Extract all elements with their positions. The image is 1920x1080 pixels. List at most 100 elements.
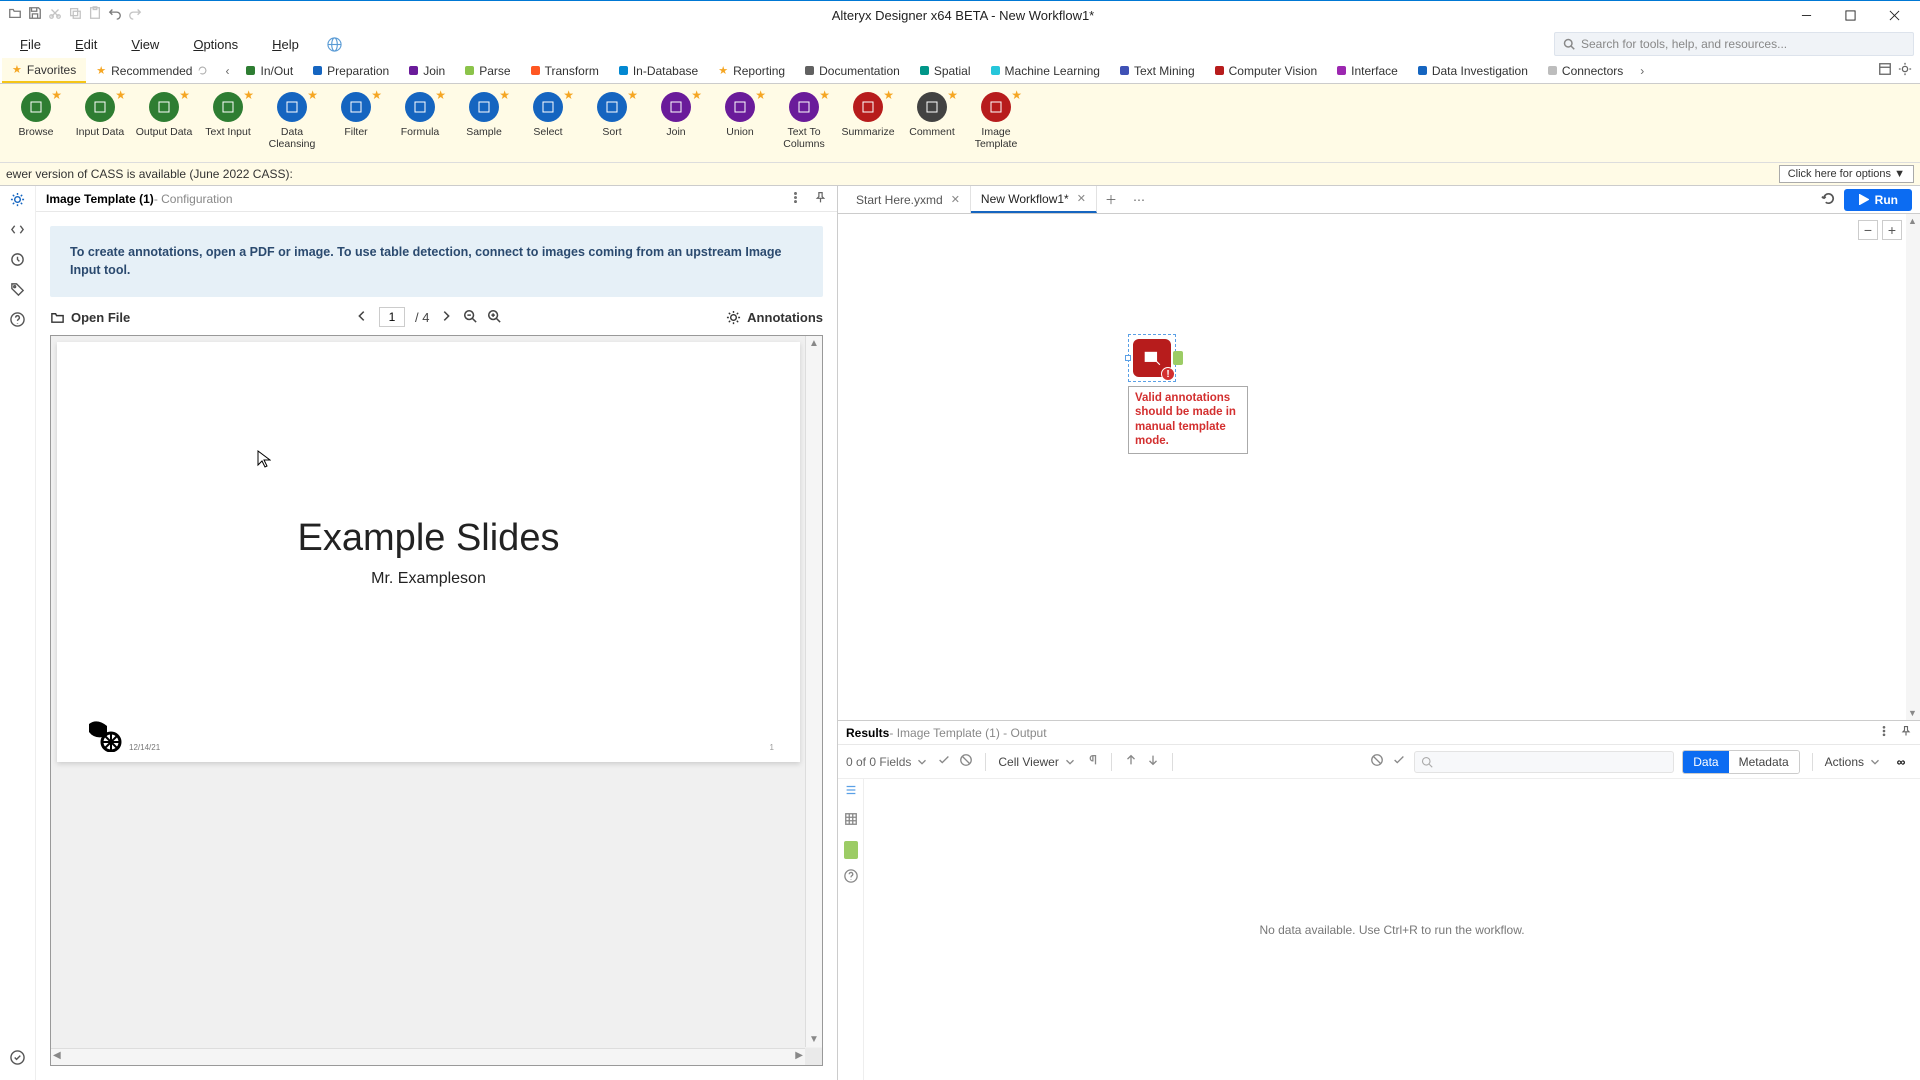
tool-formula[interactable]: ★Formula [388,88,452,158]
output-anchor-icon[interactable] [844,841,858,859]
refresh-icon[interactable] [1821,191,1836,209]
tool-text-to-columns[interactable]: ★Text To Columns [772,88,836,158]
redo-icon[interactable] [128,6,142,25]
links-icon[interactable]: ∞ [1890,754,1912,770]
check-icon[interactable] [1392,753,1406,770]
minimize-button[interactable] [1784,1,1828,31]
tool-union[interactable]: ★Union [708,88,772,158]
help-icon[interactable] [844,869,858,888]
tool-summarize[interactable]: ★Summarize [836,88,900,158]
field-count-dropdown[interactable]: 0 of 0 Fields [846,755,929,769]
config-tab-help-icon[interactable] [10,312,25,332]
category-reporting[interactable]: ★Reporting [708,58,795,83]
globe-icon[interactable] [327,37,342,52]
page-next-button[interactable] [439,309,453,326]
list-icon[interactable] [844,783,858,802]
zoom-out-icon[interactable]: − [1858,220,1878,240]
layout-icon[interactable] [1878,62,1892,79]
category-interface[interactable]: Interface [1327,58,1408,83]
cancel-icon[interactable] [959,753,973,770]
open-file-button[interactable]: Open File [50,310,130,325]
tool-sort[interactable]: ★Sort [580,88,644,158]
arrow-down-icon[interactable] [1146,753,1160,770]
tab-close-icon[interactable]: ✕ [951,193,960,206]
tab-close-icon[interactable]: ✕ [1077,192,1086,205]
doc-vertical-scrollbar[interactable] [805,336,822,1047]
config-tab-clock-icon[interactable] [10,252,25,272]
data-metadata-toggle[interactable]: Data Metadata [1682,750,1799,774]
banner-options-button[interactable]: Click here for options ▼ [1779,165,1914,183]
image-template-node-icon[interactable]: ! [1133,339,1171,377]
config-kebab-icon[interactable] [789,191,802,207]
page-input[interactable] [379,307,405,327]
category-preparation[interactable]: Preparation [303,58,399,83]
actions-dropdown[interactable]: Actions [1825,755,1882,769]
category-machine-learning[interactable]: Machine Learning [981,58,1110,83]
results-kebab-icon[interactable] [1878,725,1890,740]
category-recommended[interactable]: ★Recommended [86,58,218,83]
category-join[interactable]: Join [399,58,455,83]
paragraph-icon[interactable] [1085,753,1099,770]
menu-options[interactable]: Options [179,33,252,56]
doc-horizontal-scrollbar[interactable] [51,1048,805,1065]
arrow-up-icon[interactable] [1124,753,1138,770]
close-button[interactable] [1872,1,1916,31]
copy-icon[interactable] [68,6,82,25]
cut-icon[interactable] [48,6,62,25]
tool-image-template[interactable]: ★Image Template [964,88,1028,158]
menu-help[interactable]: Help [258,33,313,56]
toggle-metadata[interactable]: Metadata [1729,751,1799,773]
tab-new-workflow[interactable]: New Workflow1* ✕ [971,186,1097,213]
apply-icon[interactable] [937,753,951,770]
category-transform[interactable]: Transform [521,58,609,83]
open-icon[interactable] [8,6,22,25]
undo-icon[interactable] [108,6,122,25]
category-connectors[interactable]: Connectors [1538,58,1633,83]
category-prev[interactable]: ‹ [218,64,236,78]
annotations-button[interactable]: Annotations [726,310,823,325]
menu-view[interactable]: View [117,33,173,56]
category-data-investigation[interactable]: Data Investigation [1408,58,1538,83]
results-pin-icon[interactable] [1900,725,1912,740]
tool-filter[interactable]: ★Filter [324,88,388,158]
disable-icon[interactable] [1370,753,1384,770]
config-tab-check-icon[interactable] [10,1050,25,1070]
resize-handle-left[interactable] [1125,355,1131,361]
config-tab-settings-icon[interactable] [10,192,25,212]
page-prev-button[interactable] [355,309,369,326]
maximize-button[interactable] [1828,1,1872,31]
global-search[interactable]: Search for tools, help, and resources... [1554,32,1914,56]
workflow-canvas[interactable]: − + ! Valid annotations should be made i… [838,214,1920,720]
node-output-anchor[interactable] [1173,351,1183,365]
tool-text-input[interactable]: ★Text Input [196,88,260,158]
tool-output-data[interactable]: ★Output Data [132,88,196,158]
slide-preview[interactable]: Example Slides Mr. Exampleson 12/14/21 1 [57,342,800,762]
category-spatial[interactable]: Spatial [910,58,981,83]
gear-icon[interactable] [1898,62,1912,79]
canvas-vertical-scrollbar[interactable] [1906,214,1920,720]
config-tab-xml-icon[interactable] [10,222,25,242]
results-search[interactable] [1414,751,1674,773]
category-documentation[interactable]: Documentation [795,58,910,83]
tool-join[interactable]: ★Join [644,88,708,158]
save-icon[interactable] [28,6,42,25]
menu-edit[interactable]: Edit [61,33,111,56]
config-tab-tag-icon[interactable] [10,282,25,302]
grid-icon[interactable] [844,812,858,831]
category-text-mining[interactable]: Text Mining [1110,58,1205,83]
tool-input-data[interactable]: ★Input Data [68,88,132,158]
tool-select[interactable]: ★Select [516,88,580,158]
zoom-in-icon[interactable]: + [1882,220,1902,240]
tab-start-here[interactable]: Start Here.yxmd ✕ [846,186,971,213]
config-pin-icon[interactable] [814,191,827,207]
category-computer-vision[interactable]: Computer Vision [1205,58,1328,83]
menu-file[interactable]: File [6,33,55,56]
canvas-node[interactable]: ! Valid annotations should be made in ma… [1128,334,1248,454]
category-in-database[interactable]: In-Database [609,58,708,83]
category-parse[interactable]: Parse [455,58,520,83]
tab-add-button[interactable]: ＋ [1097,186,1125,213]
tool-browse[interactable]: ★Browse [4,88,68,158]
zoom-out-button[interactable] [463,309,477,326]
tool-sample[interactable]: ★Sample [452,88,516,158]
cell-viewer-dropdown[interactable]: Cell Viewer [998,755,1076,769]
